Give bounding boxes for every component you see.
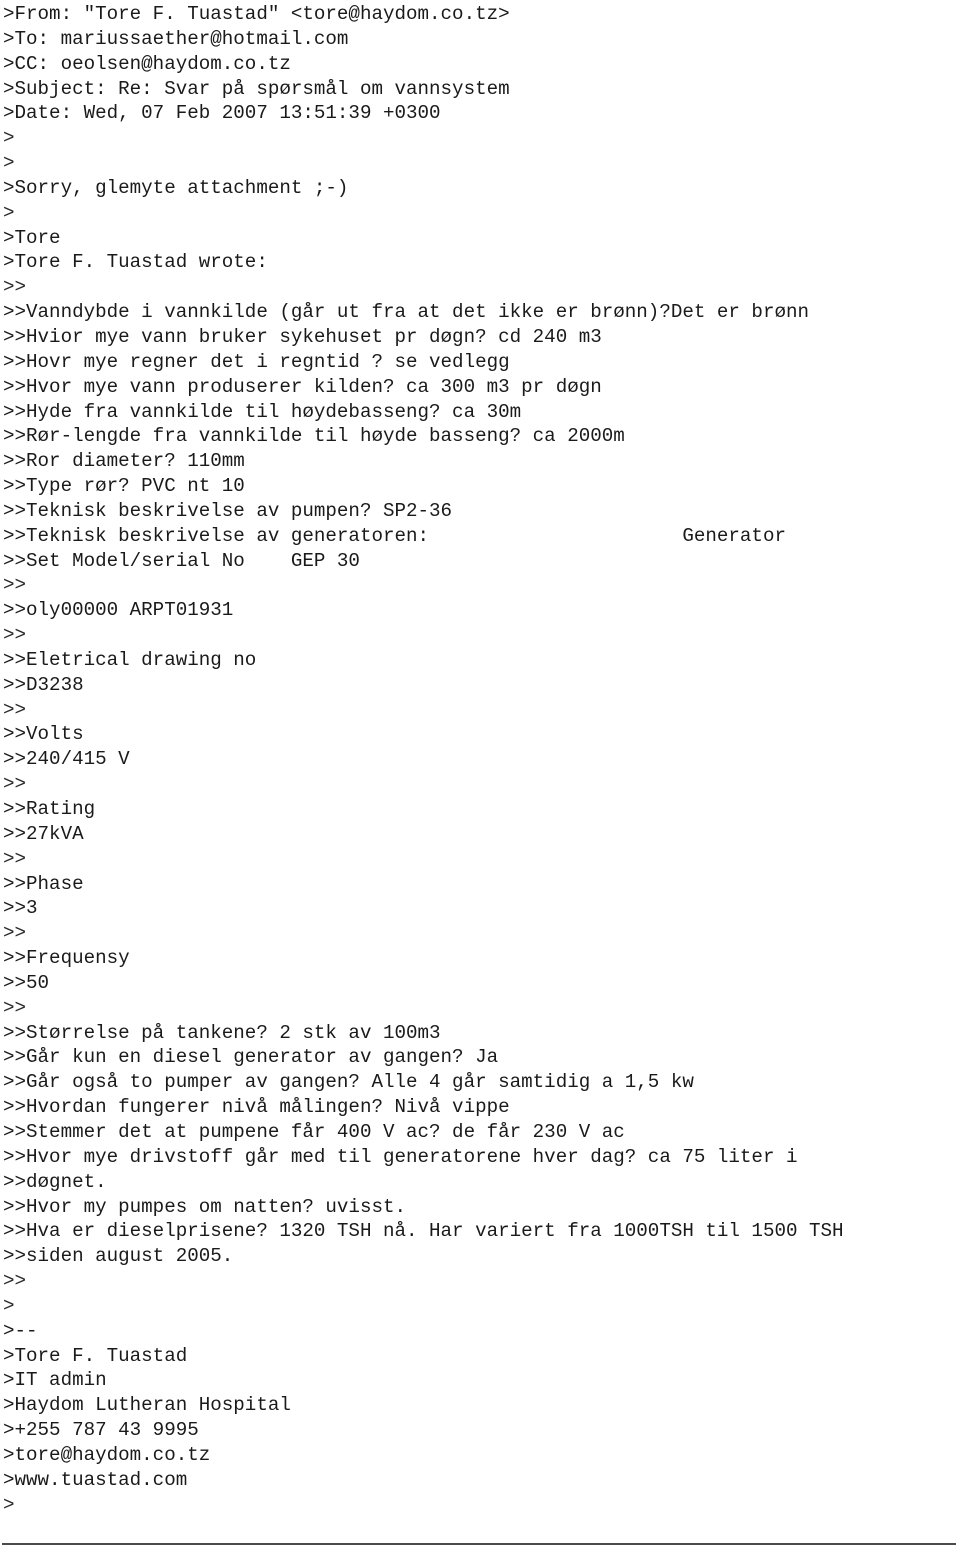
email-line: >>Hvor my pumpes om natten? uvisst. [3,1195,407,1218]
email-line: >>Set Model/serial No GEP 30 [3,549,360,572]
email-line: >> [3,276,27,299]
email-line: >CC: oeolsen@haydom.co.tz [3,52,291,75]
email-line: >>Går også to pumper av gangen? Alle 4 g… [3,1071,694,1094]
email-line: >>Teknisk beskrivelse av generatoren: Ge… [3,524,786,547]
email-line: >>Hyde fra vannkilde til høydebasseng? c… [3,400,522,423]
email-line: >>siden august 2005. [3,1245,234,1268]
email-line: >Date: Wed, 07 Feb 2007 13:51:39 +0300 [3,102,441,125]
document-page: >From: "Tore F. Tuastad" <tore@haydom.co… [0,0,960,1555]
email-line: >> [3,847,27,870]
email-line: >>Går kun en diesel generator av gangen?… [3,1046,499,1069]
footer-horizontal-rule [2,1543,956,1545]
email-line: >tore@haydom.co.tz [3,1443,211,1466]
email-line: >>Rør-lengde fra vannkilde til høyde bas… [3,425,625,448]
email-line: >> [3,1270,27,1293]
email-line: >+255 787 43 9995 [3,1419,199,1442]
email-line: > [3,1294,15,1317]
email-line: >> [3,574,27,597]
email-line: >>Volts [3,723,84,746]
email-line: >From: "Tore F. Tuastad" <tore@haydom.co… [3,3,510,25]
email-line: >> [3,996,27,1019]
email-line: >>Hvior mye vann bruker sykehuset pr døg… [3,325,602,348]
email-line: >>3 [3,897,38,920]
email-line: >>27kVA [3,822,84,845]
email-line: >www.tuastad.com [3,1468,188,1491]
email-line: >>Rating [3,798,96,820]
quoted-email-text: >From: "Tore F. Tuastad" <tore@haydom.co… [3,2,960,1517]
email-line: >>Eletrical drawing no [3,648,257,671]
email-line: >>240/415 V [3,748,130,771]
email-line: >Subject: Re: Svar på spørsmål om vannsy… [3,77,510,100]
email-line: >>oly00000 ARPT01931 [3,599,234,622]
email-line: >>Phase [3,872,84,895]
email-line: >IT admin [3,1369,107,1392]
email-line: >>Hovr mye regner det i regntid ? se ved… [3,350,510,373]
email-line: >>Vanndybde i vannkilde (går ut fra at d… [3,301,810,324]
email-line: >>Hvordan fungerer nivå målingen? Nivå v… [3,1096,510,1119]
email-line: >>Størrelse på tankene? 2 stk av 100m3 [3,1021,441,1044]
email-line: >> [3,922,27,945]
email-line: >>Ror diameter? 110mm [3,450,245,473]
email-line: >>Frequensy [3,947,130,970]
email-line: >Tore F. Tuastad wrote: [3,251,268,274]
email-line: >Tore [3,226,61,249]
email-line: >>Hva er dieselprisene? 1320 TSH nå. Har… [3,1220,844,1243]
email-line: >>50 [3,971,50,994]
email-line: >> [3,773,27,796]
email-line: >-- [3,1319,38,1342]
email-line: >>D3238 [3,673,84,696]
email-line: > [3,1493,15,1516]
email-line: >Haydom Lutheran Hospital [3,1394,291,1417]
email-line: >>Teknisk beskrivelse av pumpen? SP2-36 [3,499,453,522]
email-line: >>Hvor mye vann produserer kilden? ca 30… [3,375,602,398]
email-line: > [3,152,15,175]
email-line: >>døgnet. [3,1170,107,1193]
email-line: > [3,127,15,150]
email-line: > [3,201,15,224]
email-line: >>Stemmer det at pumpene får 400 V ac? d… [3,1120,625,1143]
email-line: >>Type rør? PVC nt 10 [3,475,245,498]
email-line: >Sorry, glemyte attachment ;-) [3,176,349,199]
email-line: >> [3,624,27,647]
email-line: >Tore F. Tuastad [3,1344,188,1367]
email-line: >To: mariussaether@hotmail.com [3,27,349,50]
email-line: >> [3,698,27,721]
email-line: >>Hvor mye drivstoff går med til generat… [3,1145,798,1168]
